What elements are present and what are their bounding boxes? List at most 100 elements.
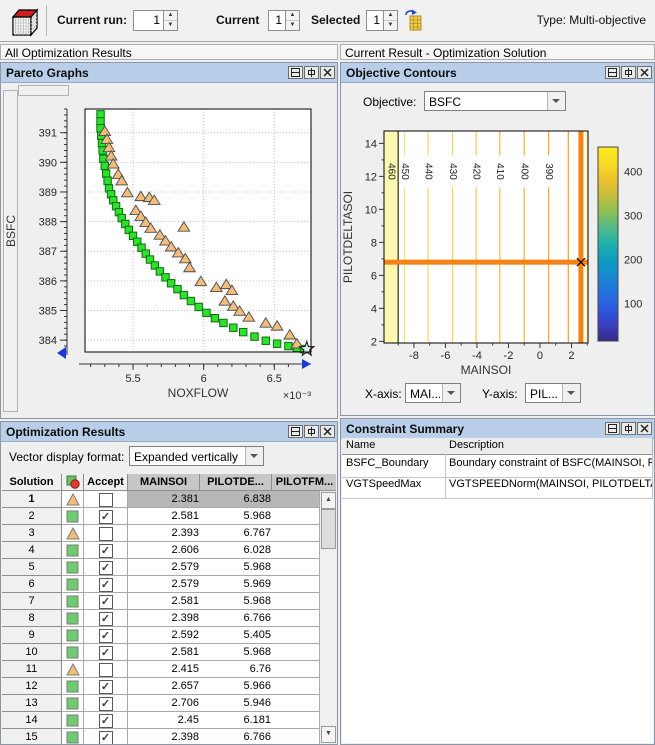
row-header[interactable]: 14 <box>2 712 62 729</box>
yaxis-combobox[interactable]: PIL... <box>525 383 581 403</box>
mainsoi-cell[interactable]: 2.581 <box>128 508 203 525</box>
close-icon[interactable] <box>320 66 335 79</box>
dock-icon[interactable] <box>288 425 303 438</box>
objective-combobox[interactable]: BSFC <box>424 91 566 111</box>
accept-cell[interactable] <box>84 525 128 542</box>
accept-cell[interactable]: ✓ <box>84 627 128 644</box>
pareto-front-point[interactable] <box>210 314 220 323</box>
mainsoi-cell[interactable]: 2.398 <box>128 729 203 744</box>
dock-icon[interactable] <box>605 422 620 435</box>
objective-contours-titlebar[interactable]: Objective Contours <box>341 63 654 83</box>
pareto-front-point[interactable] <box>261 336 271 345</box>
mainsoi-cell[interactable]: 2.381 <box>128 491 203 508</box>
xaxis-combobox[interactable]: MAI... <box>405 383 461 403</box>
undock-icon[interactable] <box>621 422 636 435</box>
optimization-results-titlebar[interactable]: Optimization Results <box>1 422 337 442</box>
current-run-spinner[interactable]: 1 ▲ ▼ <box>133 10 178 31</box>
spin-down-icon[interactable]: ▼ <box>164 21 177 30</box>
scroll-up-icon[interactable]: ▲ <box>321 492 336 509</box>
current-run-value[interactable]: 1 <box>133 10 163 31</box>
pareto-front-point[interactable] <box>229 323 238 332</box>
table-row-solution-6[interactable]: 6✓2.5795.9690.0 <box>2 576 336 593</box>
accept-checkbox[interactable]: ✓ <box>98 646 113 660</box>
accept-checkbox[interactable]: ✓ <box>98 680 113 694</box>
column-header[interactable]: MAINSOI <box>128 474 200 491</box>
row-header[interactable]: 4 <box>2 542 62 559</box>
mainsoi-cell[interactable]: 2.579 <box>128 576 203 593</box>
current-spinner-arrows[interactable]: ▲ ▼ <box>285 10 300 31</box>
pareto-front-point[interactable] <box>186 296 196 306</box>
accept-cell[interactable]: ✓ <box>84 508 128 525</box>
pilotde-cell[interactable]: 5.946 <box>200 695 275 712</box>
dock-icon[interactable] <box>605 66 620 79</box>
table-row-solution-2[interactable]: 2✓2.5815.9680.0 <box>2 508 336 525</box>
chevron-down-icon[interactable] <box>562 384 580 402</box>
pilotde-cell[interactable]: 6.766 <box>200 729 275 744</box>
accept-checkbox[interactable]: ✓ <box>98 697 113 711</box>
export-to-table-icon[interactable] <box>404 8 424 35</box>
chevron-down-icon[interactable] <box>245 447 263 465</box>
constraint-description[interactable]: VGTSPEEDNorm(MAINSOI, PILOTDELTASOI, PI <box>445 475 653 499</box>
pilotde-cell[interactable]: 6.766 <box>200 610 275 627</box>
pilotde-cell[interactable]: 5.966 <box>200 678 275 695</box>
pilotde-cell[interactable]: 5.968 <box>200 593 275 610</box>
pareto-front-point[interactable] <box>100 161 109 171</box>
pareto-front-point[interactable] <box>96 110 105 119</box>
pilotde-cell[interactable]: 6.767 <box>200 525 275 542</box>
selected-spinner-arrows[interactable]: ▲ ▼ <box>383 10 398 31</box>
spin-down-icon[interactable]: ▼ <box>384 21 397 30</box>
undock-icon[interactable] <box>304 66 319 79</box>
close-icon[interactable] <box>320 425 335 438</box>
pilotde-cell[interactable]: 6.76 <box>200 661 275 678</box>
accept-checkbox[interactable]: ✓ <box>98 561 113 575</box>
column-header[interactable]: Accept <box>84 474 128 491</box>
row-header[interactable]: 12 <box>2 678 62 695</box>
pareto-front-point[interactable] <box>103 176 112 185</box>
table-row-solution-10[interactable]: 10✓2.5815.9680.0 <box>2 644 336 661</box>
row-header[interactable]: 11 <box>2 661 62 678</box>
mainsoi-cell[interactable]: 2.592 <box>128 627 203 644</box>
accept-cell[interactable]: ✓ <box>84 542 128 559</box>
spin-up-icon[interactable]: ▲ <box>286 11 299 21</box>
accept-checkbox[interactable] <box>98 663 113 677</box>
accept-checkbox[interactable]: ✓ <box>98 544 113 558</box>
dock-icon[interactable] <box>288 66 303 79</box>
pareto-front-point[interactable] <box>101 169 111 178</box>
accept-checkbox[interactable]: ✓ <box>98 578 113 592</box>
pilotde-cell[interactable]: 5.969 <box>200 576 275 593</box>
undock-icon[interactable] <box>621 66 636 79</box>
pareto-graphs-titlebar[interactable]: Pareto Graphs <box>1 63 337 83</box>
accept-flag-icon-header[interactable] <box>62 474 84 491</box>
pilotde-cell[interactable]: 5.968 <box>200 559 275 576</box>
close-icon[interactable] <box>637 66 652 79</box>
vector-display-format-combobox[interactable]: Expanded vertically <box>129 446 264 466</box>
results-table-scrollbar[interactable]: ▲ ▼ <box>319 491 336 744</box>
row-header[interactable]: 15 <box>2 729 62 744</box>
constraint-summary-titlebar[interactable]: Constraint Summary <box>341 419 654 439</box>
pilotde-cell[interactable]: 5.968 <box>200 644 275 661</box>
row-header[interactable]: 10 <box>2 644 62 661</box>
pareto-front-point[interactable] <box>284 341 293 351</box>
table-row-solution-13[interactable]: 13✓2.7065.9460 <box>2 695 336 712</box>
mainsoi-cell[interactable]: 2.581 <box>128 593 203 610</box>
scroll-down-icon[interactable]: ▼ <box>321 726 336 743</box>
accept-checkbox[interactable]: ✓ <box>98 595 113 609</box>
table-row-solution-1[interactable]: 12.3816.8380.0 <box>2 491 336 508</box>
pilotde-cell[interactable]: 6.838 <box>200 491 275 508</box>
spin-up-icon[interactable]: ▲ <box>384 11 397 21</box>
close-icon[interactable] <box>637 422 652 435</box>
constraint-name-header[interactable]: Name <box>342 438 446 455</box>
accept-checkbox[interactable]: ✓ <box>98 612 113 626</box>
current-run-spinner-arrows[interactable]: ▲ ▼ <box>163 10 178 31</box>
accept-cell[interactable]: ✓ <box>84 729 128 744</box>
accept-checkbox[interactable] <box>98 527 113 541</box>
spin-down-icon[interactable]: ▼ <box>286 21 299 30</box>
accept-cell[interactable]: ✓ <box>84 593 128 610</box>
accept-cell[interactable]: ✓ <box>84 695 128 712</box>
pilotde-cell[interactable]: 5.968 <box>200 508 275 525</box>
chevron-down-icon[interactable] <box>442 384 460 402</box>
pareto-front-point[interactable] <box>202 308 211 318</box>
accept-cell[interactable]: ✓ <box>84 576 128 593</box>
accept-cell[interactable]: ✓ <box>84 678 128 695</box>
row-header[interactable]: 5 <box>2 559 62 576</box>
